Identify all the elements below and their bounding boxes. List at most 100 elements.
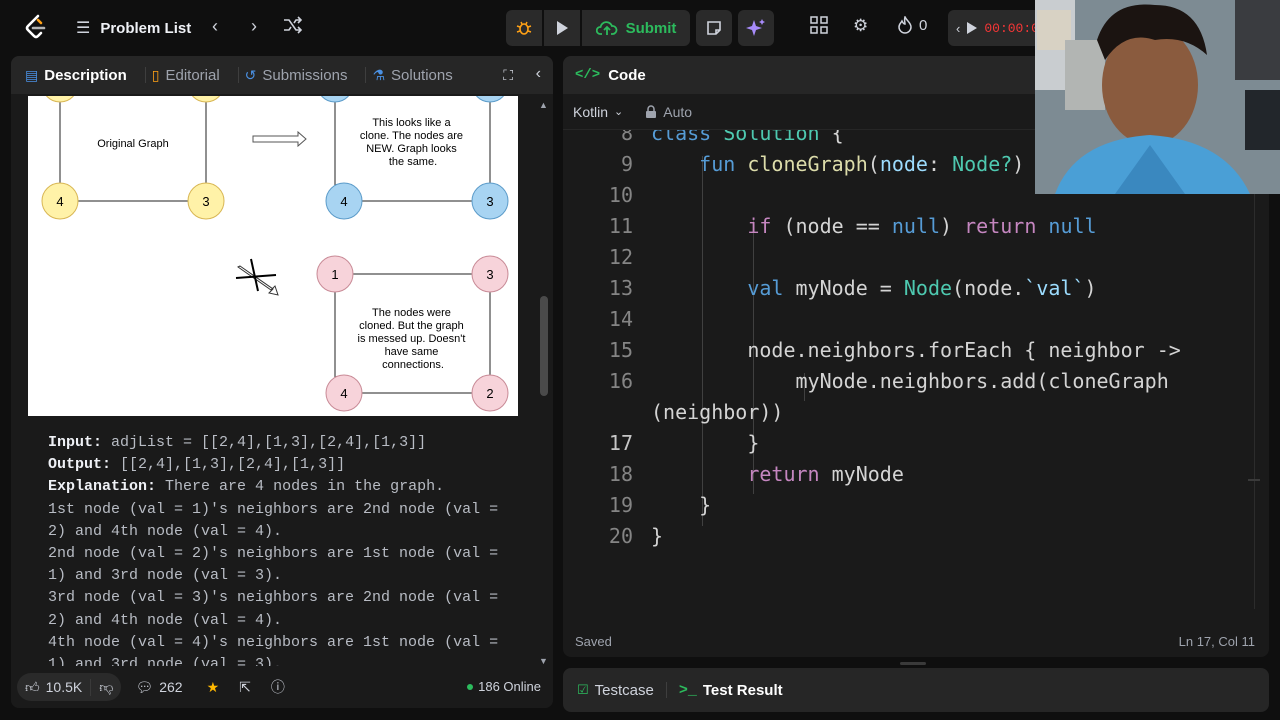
comments-button[interactable]: 💬︎ 262: [135, 679, 182, 696]
note-icon: [707, 21, 721, 35]
notes-button[interactable]: [696, 10, 732, 46]
tab-description-label: Description: [44, 66, 127, 84]
save-status: Saved: [575, 633, 612, 649]
cross-mark: [235, 258, 277, 292]
graph-node: [320, 96, 350, 103]
arrow-icon: [252, 130, 307, 148]
explanation-line: 2) and 4th node (val = 4).: [48, 611, 283, 629]
node-label: 4: [56, 194, 63, 209]
clone-bad-note: The nodes were cloned. But the graph is …: [358, 307, 469, 371]
like-button[interactable]: 👍︎ 10.5K: [17, 679, 90, 696]
like-count: 10.5K: [45, 679, 83, 695]
favorite-button[interactable]: ★: [207, 679, 220, 696]
tab-code[interactable]: Code: [608, 67, 646, 84]
play-icon: [557, 21, 568, 35]
node-label: 1: [331, 267, 338, 282]
language-label: Kotlin: [573, 103, 609, 120]
share-icon: ⇱: [239, 678, 251, 695]
thumbs-up-icon: 👍︎: [25, 678, 40, 695]
layout-button[interactable]: [810, 16, 828, 34]
help-button[interactable]: ⓘ: [271, 677, 285, 697]
random-problem-button[interactable]: [283, 16, 303, 34]
test-panel: ☑ Testcase >_ Test Result: [563, 668, 1269, 712]
chevron-left-icon[interactable]: ‹: [536, 65, 541, 83]
timer[interactable]: ‹ 00:00:0: [948, 10, 1048, 46]
book-icon: ▯: [151, 66, 160, 83]
shuffle-icon: [284, 16, 303, 34]
tab-solutions[interactable]: ⚗ Solutions: [372, 67, 452, 84]
tab-submissions-label: Submissions: [262, 66, 348, 84]
node-label: 3: [486, 267, 493, 282]
thumbs-down-icon: 👎︎: [99, 678, 114, 695]
problem-list-label: Problem List: [100, 19, 192, 37]
tab-editorial[interactable]: ▯ Editorial: [152, 67, 220, 84]
editor-scrollbar[interactable]: [1248, 154, 1260, 609]
panel-resize-handle[interactable]: [900, 662, 926, 665]
tab-test-result[interactable]: >_ Test Result: [679, 682, 783, 699]
node-label: 3: [202, 194, 209, 209]
explanation-line: 2) and 4th node (val = 4).: [48, 522, 283, 540]
auto-mode-toggle[interactable]: Auto: [645, 104, 692, 120]
example-input: Input: adjList = [[2,4],[1,3],[2,4],[1,3…: [48, 434, 427, 451]
dislike-button[interactable]: 👎︎: [90, 678, 121, 696]
node-label: 2: [486, 386, 493, 401]
code-editor[interactable]: 8 class Solution { 9 fun cloneGraph(node:…: [563, 130, 1253, 610]
tab-divider: [144, 67, 146, 83]
clone-good-note: This looks like a clone. The nodes are N…: [360, 117, 466, 168]
original-graph-label: Original Graph: [97, 138, 169, 150]
problem-list-button[interactable]: ☰ Problem List: [76, 18, 191, 38]
ai-assist-button[interactable]: [738, 10, 774, 46]
online-count: 186 Online: [467, 679, 541, 694]
explanation-line: 1st node (val = 1)'s neighbors are 2nd n…: [48, 500, 499, 518]
help-icon: ⓘ: [270, 679, 285, 695]
graph-node: [45, 96, 75, 103]
description-scrollbar[interactable]: ▲ ▼: [539, 100, 548, 670]
scroll-marker: [1248, 479, 1260, 481]
tab-divider: [365, 67, 367, 83]
share-button[interactable]: ⇱: [239, 679, 251, 696]
graph-node: [191, 96, 221, 103]
cursor-position: Ln 17, Col 11: [1178, 633, 1255, 649]
tab-description[interactable]: ▤ Description: [25, 67, 127, 84]
gear-icon: ⚙: [853, 16, 869, 35]
test-tabs: ☑ Testcase >_ Test Result: [563, 668, 1269, 712]
chevron-right-icon: ›: [251, 16, 257, 36]
terminal-icon: >_: [678, 681, 697, 699]
next-problem-button[interactable]: ›: [251, 16, 257, 37]
run-button[interactable]: [544, 10, 580, 46]
expand-icon[interactable]: ⛶: [503, 67, 513, 84]
like-dislike-group: 👍︎ 10.5K 👎︎: [17, 673, 122, 701]
tab-divider: [237, 67, 239, 83]
streak-button[interactable]: 0: [897, 16, 927, 34]
checkbox-icon: ☑: [577, 682, 589, 697]
example-block: Input: adjList = [[2,4],[1,3],[2,4],[1,3…: [48, 432, 528, 676]
scroll-down-icon[interactable]: ▼: [539, 656, 548, 666]
language-select[interactable]: Kotlin ⌄: [573, 104, 623, 120]
streak-count: 0: [919, 16, 928, 34]
prev-problem-button[interactable]: ‹: [212, 16, 218, 37]
comment-icon: 💬︎: [135, 678, 154, 695]
leetcode-logo-icon[interactable]: [24, 14, 48, 42]
chevron-down-icon: ⌄: [614, 106, 624, 118]
document-icon: ▤: [25, 66, 39, 83]
graph-node: [475, 96, 505, 103]
run-submit-group: Submit: [506, 10, 690, 46]
scroll-thumb[interactable]: [540, 296, 548, 396]
online-dot: [467, 683, 474, 690]
sparkle-icon: [746, 19, 765, 36]
debug-button[interactable]: [506, 10, 542, 46]
scroll-up-icon[interactable]: ▲: [539, 100, 548, 110]
submit-button[interactable]: Submit: [582, 10, 690, 46]
clone-graph-illustration: 4 3 Original Graph 4 3 This looks like a…: [28, 96, 518, 416]
tab-testcase[interactable]: ☑ Testcase: [577, 682, 654, 699]
flask-icon: ⚗: [372, 66, 386, 83]
tab-submissions[interactable]: ↺ Submissions: [245, 67, 348, 84]
flame-icon: [898, 16, 912, 34]
lock-icon: [646, 105, 657, 118]
tab-test-result-label: Test Result: [702, 681, 783, 699]
mode-label: Auto: [663, 103, 693, 120]
settings-button[interactable]: ⚙: [853, 16, 868, 36]
submit-label: Submit: [625, 19, 677, 37]
node-label: 4: [340, 194, 347, 209]
code-icon: </>: [575, 67, 601, 83]
